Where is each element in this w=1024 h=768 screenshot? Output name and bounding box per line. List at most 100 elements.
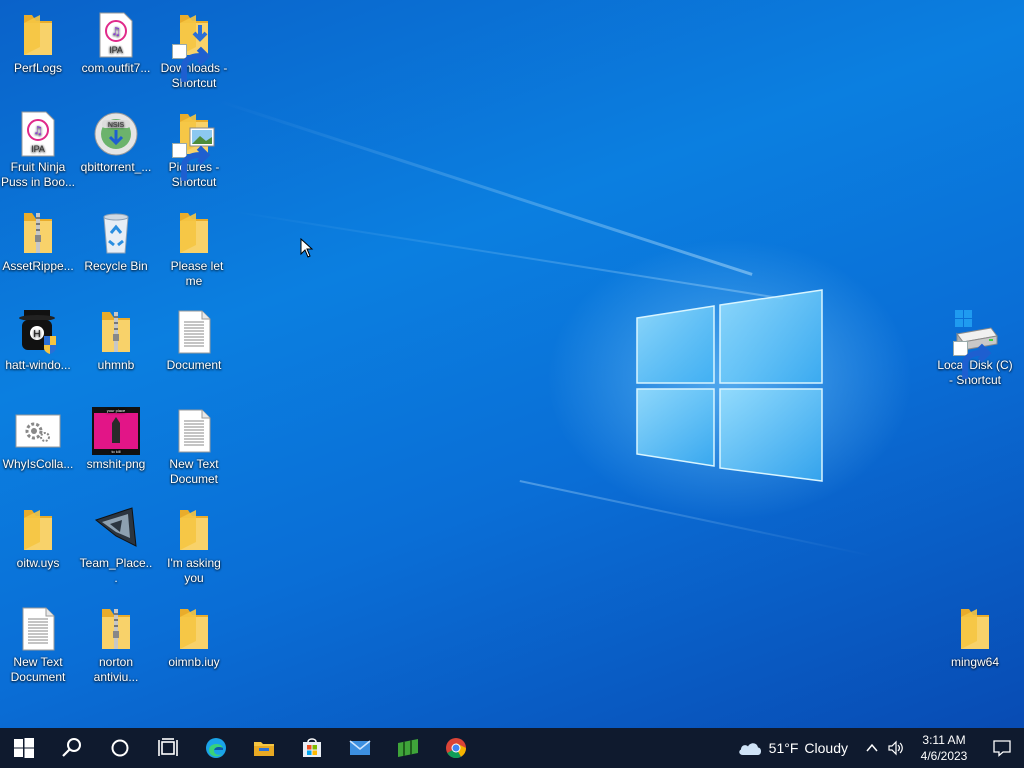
mail-icon <box>349 740 371 755</box>
show-hidden-icons-button[interactable] <box>860 740 884 756</box>
desktop-icon-label: mingw64 <box>950 655 1000 669</box>
speaker-icon <box>888 740 903 756</box>
svg-text:NSIS: NSIS <box>108 122 125 129</box>
desktop-icon-label: Recycle Bin <box>84 259 148 273</box>
folder-icon <box>170 605 218 653</box>
shortcut-arrow-icon <box>953 341 992 379</box>
desktop-icon-label: Team_Place... <box>79 556 153 585</box>
taskbar: 51°F Cloudy 3:11 AM 4/6/2023 <box>0 728 1024 768</box>
task-view-icon <box>158 738 178 756</box>
desktop-icon-label: WhyIsColla... <box>2 457 74 471</box>
task-view-button[interactable] <box>144 728 192 768</box>
notification-icon <box>993 740 1011 757</box>
desktop-icon-whyiscolla[interactable]: WhyIsColla... <box>0 401 76 472</box>
folder-icon <box>170 506 218 554</box>
volume-button[interactable] <box>884 740 908 756</box>
chrome-button[interactable] <box>432 728 480 768</box>
desktop-icon-local-disk-c-shortcut[interactable]: Local Disk (C) - Shortcut <box>937 302 1013 388</box>
system-tray: 51°F Cloudy 3:11 AM 4/6/2023 <box>731 728 1024 768</box>
desktop-icon-document[interactable]: Document <box>156 302 232 373</box>
desktop-icon-new-text-document[interactable]: New Text Document <box>0 599 76 685</box>
clock-time: 3:11 AM <box>922 733 966 747</box>
shortcut-arrow-icon <box>172 44 211 82</box>
text-file-icon <box>170 308 218 356</box>
ipa-icon: ♫ IPA <box>14 110 62 158</box>
desktop-icon-downloads-shortcut[interactable]: Downloads - Shortcut <box>156 5 232 91</box>
desktop-icon-recycle-bin[interactable]: Recycle Bin <box>78 203 154 274</box>
light-beam <box>519 480 873 557</box>
desktop-icon-label: uhmnb <box>97 358 135 372</box>
desktop-icon-i-m-asking-you[interactable]: I'm asking you <box>156 500 232 586</box>
desktop-icon-uhmnb[interactable]: uhmnb <box>78 302 154 373</box>
desktop-icon-label: oitw.uys <box>16 556 60 570</box>
file-explorer-icon <box>254 742 274 756</box>
ipa-icon: ♫ IPA <box>92 11 140 59</box>
desktop-icon-label: hatt-windo... <box>5 358 71 372</box>
folder-icon <box>14 506 62 554</box>
cortana-button[interactable] <box>96 728 144 768</box>
weather-widget[interactable]: 51°F Cloudy <box>731 739 860 757</box>
folder-pictures-icon <box>170 110 218 181</box>
edge-button[interactable] <box>192 728 240 768</box>
app-installer-icon: H <box>14 308 62 356</box>
folder-icon <box>951 605 999 653</box>
desktop-icon-label: norton antiviu... <box>93 655 139 684</box>
zip-folder-icon <box>92 308 140 356</box>
desktop-icon-smshit-png[interactable]: your place to kill smshit-png <box>78 401 154 472</box>
chevron-up-icon <box>866 743 878 752</box>
desktop-icon-please-let-me[interactable]: Please let me <box>156 203 232 289</box>
desktop-icon-label: New Text Documet <box>169 457 219 486</box>
cortana-icon <box>111 739 129 757</box>
desktop-icon-label: PerfLogs <box>13 61 63 75</box>
minecraft-icon <box>398 739 418 757</box>
svg-text:IPA: IPA <box>31 144 45 154</box>
desktop-icon-label: AssetRippe... <box>2 259 74 273</box>
settings-file-icon <box>14 407 62 455</box>
desktop-icon-label: Please let me <box>164 259 224 288</box>
zip-folder-icon <box>14 209 62 257</box>
desktop-icon-label: Fruit Ninja Puss in Boo... <box>0 160 76 189</box>
nsis-icon: NSIS <box>92 110 140 158</box>
mouse-cursor <box>300 238 314 258</box>
weather-desc: Cloudy <box>804 740 848 756</box>
clock[interactable]: 3:11 AM 4/6/2023 <box>908 732 980 764</box>
mail-button[interactable] <box>336 728 384 768</box>
desktop-icon-norton-antiviu[interactable]: norton antiviu... <box>78 599 154 685</box>
desktop-icon-perflogs[interactable]: PerfLogs <box>0 5 76 76</box>
desktop-icon-oitw-uys[interactable]: oitw.uys <box>0 500 76 571</box>
desktop-icon-pictures-shortcut[interactable]: Pictures - Shortcut <box>156 104 232 190</box>
file-explorer-button[interactable] <box>240 728 288 768</box>
app-icon <box>92 506 140 554</box>
folder-downloads-icon <box>170 11 218 82</box>
desktop-icon-team-place[interactable]: Team_Place... <box>78 500 154 586</box>
desktop-icon-new-text-documet[interactable]: New Text Documet <box>156 401 232 487</box>
desktop-icon-mingw64[interactable]: mingw64 <box>937 599 1013 670</box>
start-button[interactable] <box>0 728 48 768</box>
shortcut-arrow-icon <box>172 143 211 181</box>
desktop-icon-label: oimnb.iuy <box>168 655 220 669</box>
desktop-icon-label: Document <box>166 358 222 372</box>
desktop-icon-oimnb-iuy[interactable]: oimnb.iuy <box>156 599 232 670</box>
svg-text:to kill: to kill <box>111 449 120 454</box>
drive-icon <box>951 308 999 379</box>
clock-date: 4/6/2023 <box>920 749 968 763</box>
desktop-icon-hatt-windo[interactable]: Hhatt-windo... <box>0 302 76 373</box>
desktop-icon-assetrippe[interactable]: AssetRippe... <box>0 203 76 274</box>
image-thumb-icon: your place to kill <box>92 407 140 455</box>
zip-folder-icon <box>92 605 140 653</box>
windows-logo-wallpaper <box>636 289 823 482</box>
minecraft-button[interactable] <box>384 728 432 768</box>
store-button[interactable] <box>288 728 336 768</box>
action-center-button[interactable] <box>980 739 1024 757</box>
search-button[interactable] <box>48 728 96 768</box>
desktop-icon-label: I'm asking you <box>167 556 221 585</box>
desktop-icon-label: com.outfit7... <box>81 61 151 75</box>
svg-text:IPA: IPA <box>109 45 123 55</box>
weather-temp: 51°F <box>768 740 799 756</box>
folder-icon <box>14 11 62 59</box>
desktop-icon-com-outfit7[interactable]: ♫ IPA com.outfit7... <box>78 5 154 76</box>
svg-text:your place: your place <box>107 408 126 413</box>
desktop-icon-fruit-ninja-puss-in-boo[interactable]: ♫ IPA Fruit Ninja Puss in Boo... <box>0 104 76 190</box>
cloud-icon <box>738 743 761 755</box>
desktop-icon-qbittorrent[interactable]: NSIS qbittorrent_... <box>78 104 154 175</box>
